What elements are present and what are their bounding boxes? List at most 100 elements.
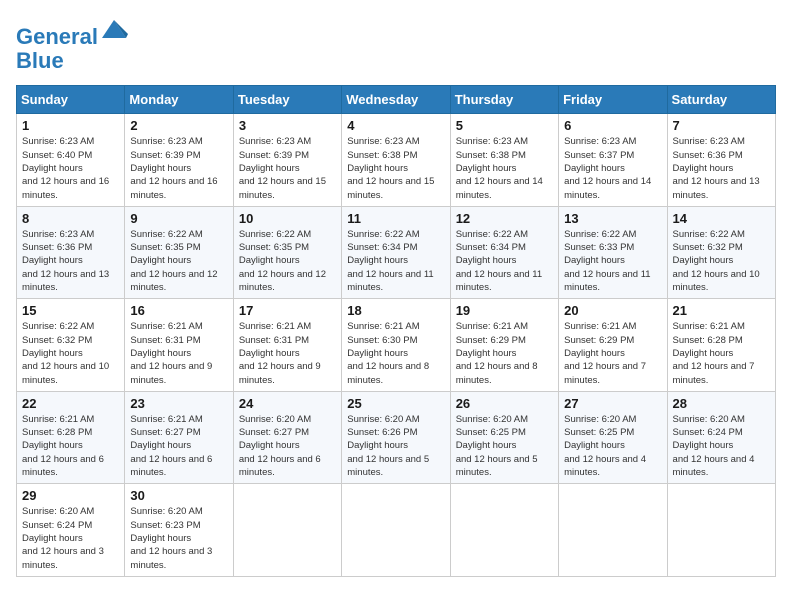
day-number: 22 <box>22 396 119 411</box>
calendar-cell: 2 Sunrise: 6:23 AM Sunset: 6:39 PM Dayli… <box>125 114 233 206</box>
day-info: Sunrise: 6:20 AM Sunset: 6:26 PM Dayligh… <box>347 413 444 479</box>
day-number: 15 <box>22 303 119 318</box>
calendar-cell: 30 Sunrise: 6:20 AM Sunset: 6:23 PM Dayl… <box>125 484 233 576</box>
calendar-cell: 13 Sunrise: 6:22 AM Sunset: 6:33 PM Dayl… <box>559 206 667 298</box>
day-number: 16 <box>130 303 227 318</box>
logo-icon <box>100 16 128 44</box>
calendar-cell: 15 Sunrise: 6:22 AM Sunset: 6:32 PM Dayl… <box>17 299 125 391</box>
week-row-5: 29 Sunrise: 6:20 AM Sunset: 6:24 PM Dayl… <box>17 484 776 576</box>
calendar-cell: 4 Sunrise: 6:23 AM Sunset: 6:38 PM Dayli… <box>342 114 450 206</box>
weekday-header-sunday: Sunday <box>17 86 125 114</box>
week-row-4: 22 Sunrise: 6:21 AM Sunset: 6:28 PM Dayl… <box>17 391 776 483</box>
day-number: 25 <box>347 396 444 411</box>
day-number: 6 <box>564 118 661 133</box>
day-info: Sunrise: 6:21 AM Sunset: 6:28 PM Dayligh… <box>22 413 119 479</box>
calendar-cell: 21 Sunrise: 6:21 AM Sunset: 6:28 PM Dayl… <box>667 299 775 391</box>
weekday-header-tuesday: Tuesday <box>233 86 341 114</box>
day-number: 5 <box>456 118 553 133</box>
week-row-3: 15 Sunrise: 6:22 AM Sunset: 6:32 PM Dayl… <box>17 299 776 391</box>
calendar-cell: 28 Sunrise: 6:20 AM Sunset: 6:24 PM Dayl… <box>667 391 775 483</box>
calendar-cell: 10 Sunrise: 6:22 AM Sunset: 6:35 PM Dayl… <box>233 206 341 298</box>
day-info: Sunrise: 6:21 AM Sunset: 6:31 PM Dayligh… <box>130 320 227 386</box>
calendar-cell: 5 Sunrise: 6:23 AM Sunset: 6:38 PM Dayli… <box>450 114 558 206</box>
day-info: Sunrise: 6:22 AM Sunset: 6:35 PM Dayligh… <box>239 228 336 294</box>
day-number: 13 <box>564 211 661 226</box>
day-number: 26 <box>456 396 553 411</box>
calendar-cell: 20 Sunrise: 6:21 AM Sunset: 6:29 PM Dayl… <box>559 299 667 391</box>
day-number: 9 <box>130 211 227 226</box>
calendar-cell: 3 Sunrise: 6:23 AM Sunset: 6:39 PM Dayli… <box>233 114 341 206</box>
calendar-cell: 18 Sunrise: 6:21 AM Sunset: 6:30 PM Dayl… <box>342 299 450 391</box>
day-info: Sunrise: 6:21 AM Sunset: 6:29 PM Dayligh… <box>564 320 661 386</box>
calendar-cell: 8 Sunrise: 6:23 AM Sunset: 6:36 PM Dayli… <box>17 206 125 298</box>
day-info: Sunrise: 6:22 AM Sunset: 6:34 PM Dayligh… <box>347 228 444 294</box>
day-info: Sunrise: 6:21 AM Sunset: 6:27 PM Dayligh… <box>130 413 227 479</box>
day-number: 7 <box>673 118 770 133</box>
day-number: 1 <box>22 118 119 133</box>
logo: General Blue <box>16 16 128 73</box>
calendar-cell <box>233 484 341 576</box>
day-number: 8 <box>22 211 119 226</box>
day-info: Sunrise: 6:20 AM Sunset: 6:25 PM Dayligh… <box>564 413 661 479</box>
calendar-cell: 12 Sunrise: 6:22 AM Sunset: 6:34 PM Dayl… <box>450 206 558 298</box>
day-info: Sunrise: 6:21 AM Sunset: 6:28 PM Dayligh… <box>673 320 770 386</box>
day-info: Sunrise: 6:22 AM Sunset: 6:35 PM Dayligh… <box>130 228 227 294</box>
calendar-cell: 16 Sunrise: 6:21 AM Sunset: 6:31 PM Dayl… <box>125 299 233 391</box>
day-number: 14 <box>673 211 770 226</box>
day-number: 27 <box>564 396 661 411</box>
calendar-cell: 6 Sunrise: 6:23 AM Sunset: 6:37 PM Dayli… <box>559 114 667 206</box>
day-info: Sunrise: 6:21 AM Sunset: 6:31 PM Dayligh… <box>239 320 336 386</box>
day-number: 21 <box>673 303 770 318</box>
logo-blue: Blue <box>16 48 64 73</box>
day-info: Sunrise: 6:23 AM Sunset: 6:38 PM Dayligh… <box>456 135 553 201</box>
calendar-cell: 19 Sunrise: 6:21 AM Sunset: 6:29 PM Dayl… <box>450 299 558 391</box>
calendar-table: SundayMondayTuesdayWednesdayThursdayFrid… <box>16 85 776 576</box>
calendar-cell: 1 Sunrise: 6:23 AM Sunset: 6:40 PM Dayli… <box>17 114 125 206</box>
day-info: Sunrise: 6:20 AM Sunset: 6:24 PM Dayligh… <box>22 505 119 571</box>
weekday-header-thursday: Thursday <box>450 86 558 114</box>
day-info: Sunrise: 6:23 AM Sunset: 6:36 PM Dayligh… <box>673 135 770 201</box>
calendar-cell: 26 Sunrise: 6:20 AM Sunset: 6:25 PM Dayl… <box>450 391 558 483</box>
day-info: Sunrise: 6:20 AM Sunset: 6:27 PM Dayligh… <box>239 413 336 479</box>
day-info: Sunrise: 6:22 AM Sunset: 6:32 PM Dayligh… <box>673 228 770 294</box>
calendar-cell: 23 Sunrise: 6:21 AM Sunset: 6:27 PM Dayl… <box>125 391 233 483</box>
calendar-cell: 22 Sunrise: 6:21 AM Sunset: 6:28 PM Dayl… <box>17 391 125 483</box>
day-info: Sunrise: 6:23 AM Sunset: 6:39 PM Dayligh… <box>239 135 336 201</box>
calendar-cell: 14 Sunrise: 6:22 AM Sunset: 6:32 PM Dayl… <box>667 206 775 298</box>
calendar-cell: 9 Sunrise: 6:22 AM Sunset: 6:35 PM Dayli… <box>125 206 233 298</box>
week-row-1: 1 Sunrise: 6:23 AM Sunset: 6:40 PM Dayli… <box>17 114 776 206</box>
day-info: Sunrise: 6:23 AM Sunset: 6:37 PM Dayligh… <box>564 135 661 201</box>
day-number: 11 <box>347 211 444 226</box>
day-info: Sunrise: 6:20 AM Sunset: 6:23 PM Dayligh… <box>130 505 227 571</box>
day-number: 29 <box>22 488 119 503</box>
day-number: 2 <box>130 118 227 133</box>
day-number: 24 <box>239 396 336 411</box>
day-number: 18 <box>347 303 444 318</box>
calendar-cell: 11 Sunrise: 6:22 AM Sunset: 6:34 PM Dayl… <box>342 206 450 298</box>
calendar-cell: 24 Sunrise: 6:20 AM Sunset: 6:27 PM Dayl… <box>233 391 341 483</box>
day-number: 10 <box>239 211 336 226</box>
week-row-2: 8 Sunrise: 6:23 AM Sunset: 6:36 PM Dayli… <box>17 206 776 298</box>
day-number: 4 <box>347 118 444 133</box>
day-number: 28 <box>673 396 770 411</box>
weekday-header-saturday: Saturday <box>667 86 775 114</box>
weekday-header-row: SundayMondayTuesdayWednesdayThursdayFrid… <box>17 86 776 114</box>
weekday-header-wednesday: Wednesday <box>342 86 450 114</box>
calendar-cell <box>667 484 775 576</box>
day-info: Sunrise: 6:21 AM Sunset: 6:29 PM Dayligh… <box>456 320 553 386</box>
day-number: 3 <box>239 118 336 133</box>
calendar-cell: 7 Sunrise: 6:23 AM Sunset: 6:36 PM Dayli… <box>667 114 775 206</box>
day-info: Sunrise: 6:23 AM Sunset: 6:39 PM Dayligh… <box>130 135 227 201</box>
day-info: Sunrise: 6:20 AM Sunset: 6:24 PM Dayligh… <box>673 413 770 479</box>
day-number: 12 <box>456 211 553 226</box>
page-header: General Blue <box>16 16 776 73</box>
day-info: Sunrise: 6:20 AM Sunset: 6:25 PM Dayligh… <box>456 413 553 479</box>
calendar-cell <box>559 484 667 576</box>
calendar-cell: 17 Sunrise: 6:21 AM Sunset: 6:31 PM Dayl… <box>233 299 341 391</box>
day-info: Sunrise: 6:22 AM Sunset: 6:33 PM Dayligh… <box>564 228 661 294</box>
calendar-cell: 25 Sunrise: 6:20 AM Sunset: 6:26 PM Dayl… <box>342 391 450 483</box>
day-info: Sunrise: 6:22 AM Sunset: 6:32 PM Dayligh… <box>22 320 119 386</box>
day-info: Sunrise: 6:23 AM Sunset: 6:36 PM Dayligh… <box>22 228 119 294</box>
logo-general: General <box>16 24 98 49</box>
calendar-cell <box>342 484 450 576</box>
